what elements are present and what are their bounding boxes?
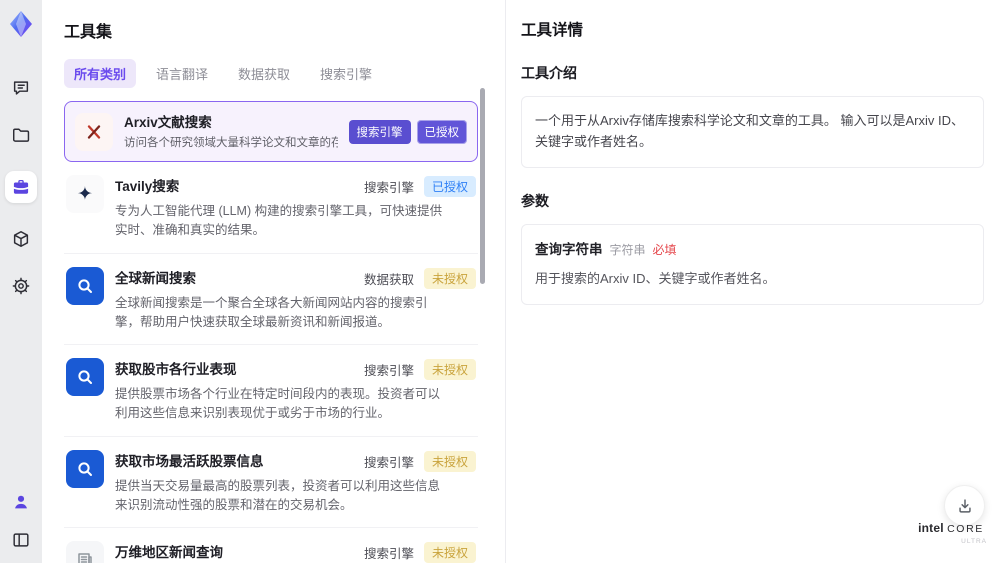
tool-description: 提供当天交易量最高的股票列表，投资者可以利用这些信息来识别流动性强的股票和潜在的… xyxy=(115,478,441,512)
param-required-flag: 必填 xyxy=(652,242,677,257)
tab-search-engine[interactable]: 搜索引擎 xyxy=(310,59,382,88)
list-scrollbar-thumb[interactable] xyxy=(480,88,485,284)
auth-status-badge: 未授权 xyxy=(423,450,476,472)
layout-toggle-icon[interactable] xyxy=(10,529,32,551)
rail-nav xyxy=(5,77,37,297)
left-rail xyxy=(0,0,42,563)
tool-description: 提供股票市场各个行业在特定时间段内的表现。投资者可以利用这些信息来识别表现优于或… xyxy=(115,387,441,420)
tool-name: 万维地区新闻查询 xyxy=(115,545,223,561)
auth-status-badge: 未授权 xyxy=(423,542,476,563)
tools-list-panel: 工具集 所有类别 语言翻译 数据获取 搜索引擎 Arxiv文献搜索 访问各个研究… xyxy=(42,0,506,563)
param-type: 字符串 xyxy=(609,242,646,257)
tab-data-fetch[interactable]: 数据获取 xyxy=(228,59,300,88)
tool-description: 全球新闻搜索是一个聚合全球各大新闻网站内容的搜索引擎，帮助用户快速获取全球最新资… xyxy=(115,295,428,329)
param-description: 用于搜索的Arxiv ID、关键字或作者姓名。 xyxy=(535,271,776,287)
search-app-icon xyxy=(66,449,104,488)
download-icon xyxy=(958,498,971,513)
tool-name: 获取股市各行业表现 xyxy=(115,362,237,378)
brand-core: core xyxy=(947,523,984,535)
folder-icon[interactable] xyxy=(10,124,32,146)
arxiv-logo-icon xyxy=(75,112,113,151)
tool-name: Arxiv文献搜索 xyxy=(124,115,212,130)
page-title: 工具集 xyxy=(64,24,113,41)
user-avatar-icon[interactable] xyxy=(10,491,32,513)
tool-description: 访问各个研究领域大量科学论文和文章的存储库。 xyxy=(124,137,338,149)
category-label: 搜索引擎 xyxy=(363,547,414,562)
download-button[interactable] xyxy=(944,485,985,526)
tool-card-tavily[interactable]: ✦ Tavily搜索 搜索引擎 已授权 专为人工智能代理 (LLM) 构建的搜索… xyxy=(64,162,478,254)
chat-icon[interactable] xyxy=(10,77,32,99)
tool-card-global-news[interactable]: 全球新闻搜索 数据获取 未授权 全球新闻搜索是一个聚合全球各大新闻网站内容的搜索… xyxy=(64,254,478,346)
tool-list: Arxiv文献搜索 访问各个研究领域大量科学论文和文章的存储库。 搜索引擎 已授… xyxy=(64,101,478,563)
tool-name: 获取市场最活跃股票信息 xyxy=(115,453,264,469)
gear-icon[interactable] xyxy=(10,275,32,297)
intro-heading: 工具介绍 xyxy=(521,65,577,81)
tool-details-panel: 工具详情 工具介绍 一个用于从Arxiv存储库搜索科学论文和文章的工具。 输入可… xyxy=(507,0,1000,563)
intro-text: 一个用于从Arxiv存储库搜索科学论文和文章的工具。 输入可以是Arxiv ID… xyxy=(535,113,965,149)
briefcase-icon-tools[interactable] xyxy=(5,171,37,203)
category-tabs: 所有类别 语言翻译 数据获取 搜索引擎 xyxy=(64,59,478,88)
search-app-icon xyxy=(66,358,104,397)
tab-all-categories[interactable]: 所有类别 xyxy=(64,59,137,88)
category-label: 搜索引擎 xyxy=(363,181,414,196)
intel-core-logo: intel core ultra xyxy=(915,521,987,545)
tool-card-region-news[interactable]: 万维地区新闻查询 搜索引擎 未授权 查询具体行政区划内的新闻，快速了解各地新闻动… xyxy=(64,528,478,563)
tavily-star-icon: ✦ xyxy=(66,175,104,214)
tool-name: 全球新闻搜索 xyxy=(115,270,196,286)
brand-intel: intel xyxy=(918,521,944,535)
cube-icon[interactable] xyxy=(10,228,32,250)
tab-language-translation[interactable]: 语言翻译 xyxy=(146,59,218,88)
details-title: 工具详情 xyxy=(521,22,584,39)
category-label: 搜索引擎 xyxy=(363,455,414,470)
auth-status-badge: 已授权 xyxy=(416,119,467,144)
params-heading: 参数 xyxy=(521,192,549,209)
category-badge: 搜索引擎 xyxy=(348,119,411,144)
category-label: 搜索引擎 xyxy=(363,364,414,379)
intro-box: 一个用于从Arxiv存储库搜索科学论文和文章的工具。 输入可以是Arxiv ID… xyxy=(521,96,984,168)
rail-bottom xyxy=(10,491,32,551)
tool-card-stock-sectors[interactable]: 获取股市各行业表现 搜索引擎 未授权 提供股票市场各个行业在特定时间段内的表现。… xyxy=(64,345,478,437)
auth-status-badge: 未授权 xyxy=(423,267,476,289)
app-window: 工具集 所有类别 语言翻译 数据获取 搜索引擎 Arxiv文献搜索 访问各个研究… xyxy=(0,0,1000,563)
newspaper-icon xyxy=(66,541,104,563)
brand-ultra: ultra xyxy=(961,537,987,545)
search-app-icon xyxy=(66,266,104,305)
tool-name: Tavily搜索 xyxy=(115,179,180,195)
auth-status-badge: 未授权 xyxy=(423,359,476,381)
param-box: 查询字符串 字符串 必填 用于搜索的Arxiv ID、关键字或作者姓名。 xyxy=(521,223,984,305)
tool-card-arxiv[interactable]: Arxiv文献搜索 访问各个研究领域大量科学论文和文章的存储库。 搜索引擎 已授… xyxy=(64,101,478,163)
tool-card-active-stocks[interactable]: 获取市场最活跃股票信息 搜索引擎 未授权 提供当天交易量最高的股票列表，投资者可… xyxy=(64,437,478,529)
category-label: 数据获取 xyxy=(363,272,414,287)
app-logo-icon[interactable] xyxy=(6,9,36,39)
auth-status-badge: 已授权 xyxy=(423,176,476,198)
tool-description: 专为人工智能代理 (LLM) 构建的搜索引擎工具，可快速提供实时、准确和真实的结… xyxy=(115,204,443,237)
param-name: 查询字符串 xyxy=(535,241,603,257)
